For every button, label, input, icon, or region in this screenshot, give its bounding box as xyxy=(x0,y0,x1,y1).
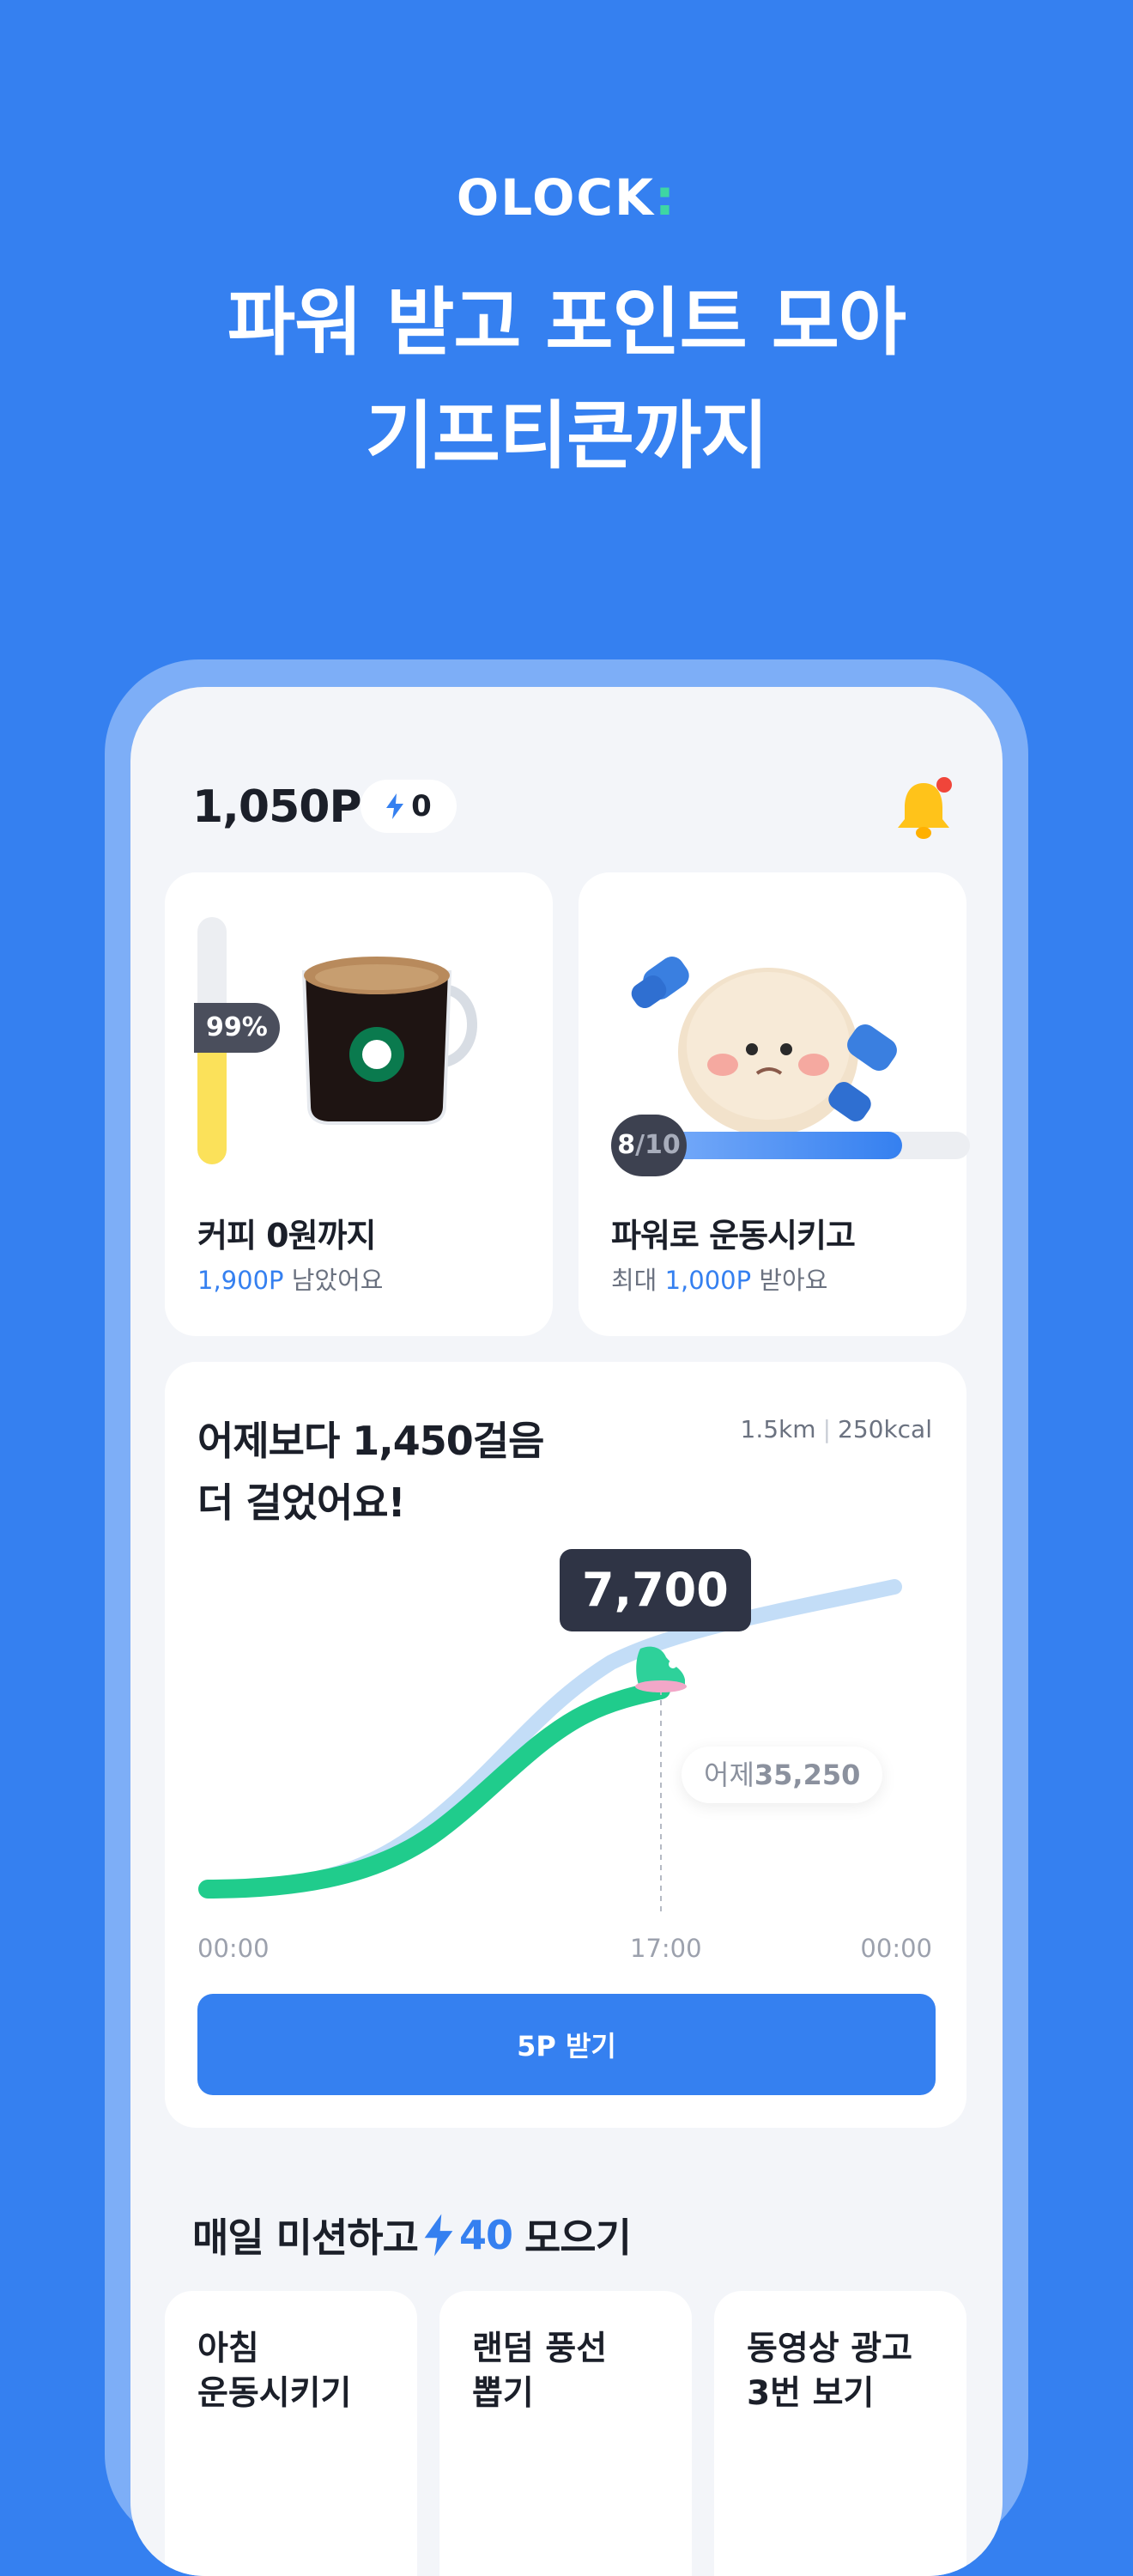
mission-card-video-ad[interactable]: 동영상 광고 3번 보기 xyxy=(714,2291,966,2576)
logo-mark: : xyxy=(654,168,677,227)
x-tick-start: 00:00 xyxy=(197,1934,270,1963)
phone-screen: 1,050P 0 99% 커피 0원까지 1,900P 남았어요 8/10 파워… xyxy=(130,687,1003,2576)
exercise-card[interactable]: 8/10 파워로 운동시키고 최대 1,000P 받아요 xyxy=(579,872,970,1336)
headline-line-1: 파워 받고 포인트 모아 xyxy=(227,280,906,366)
coffee-card[interactable]: 99% 커피 0원까지 1,900P 남았어요 xyxy=(165,872,553,1336)
coffee-card-title: 커피 0원까지 xyxy=(197,1217,376,1255)
today-steps-line xyxy=(198,1680,670,1899)
points-balance[interactable]: 1,050P xyxy=(192,781,362,833)
steps-card: 어제보다 1,450걸음 더 걸었어요! 1.5km | 250kcal 7,700… xyxy=(165,1362,966,2128)
power-badge[interactable]: 0 xyxy=(360,780,457,833)
power-count: 0 xyxy=(411,789,432,823)
x-tick-current: 17:00 xyxy=(630,1934,702,1963)
coffee-card-subtitle: 1,900P 남았어요 xyxy=(197,1266,384,1295)
exercise-card-subtitle: 최대 1,000P 받아요 xyxy=(611,1266,828,1295)
headline-line-2: 기프티콘까지 xyxy=(365,393,769,479)
bell-icon[interactable] xyxy=(893,776,954,841)
app-logo: OLOCK: xyxy=(456,168,677,227)
exercise-count-badge: 8/10 xyxy=(611,1115,687,1176)
lightning-icon xyxy=(424,2214,453,2257)
coffee-mug-image xyxy=(301,957,477,1125)
current-steps-tooltip: 7,700 xyxy=(560,1549,751,1631)
x-tick-end: 00:00 xyxy=(860,1934,932,1963)
mission-card-morning-exercise[interactable]: 아침 운동시키기 xyxy=(165,2291,417,2576)
yesterday-steps-pill: 어제35,250 xyxy=(682,1747,883,1803)
coffee-progress-badge: 99% xyxy=(194,1003,280,1053)
promo-headline: 파워 받고 포인트 모아 기프티콘까지 xyxy=(0,266,1133,493)
shoe-icon xyxy=(635,1646,687,1692)
exercise-card-title: 파워로 운동시키고 xyxy=(611,1217,856,1255)
lightning-icon xyxy=(386,793,404,819)
mission-card-random-balloon[interactable]: 랜덤 풍선 뽑기 xyxy=(439,2291,692,2576)
claim-points-button[interactable]: 5P 받기 xyxy=(197,1994,936,2095)
steps-chart xyxy=(198,1579,902,1911)
missions-power-count: 40 xyxy=(458,2212,513,2258)
missions-heading: 매일 미션하고 40 모으기 xyxy=(192,2212,632,2261)
